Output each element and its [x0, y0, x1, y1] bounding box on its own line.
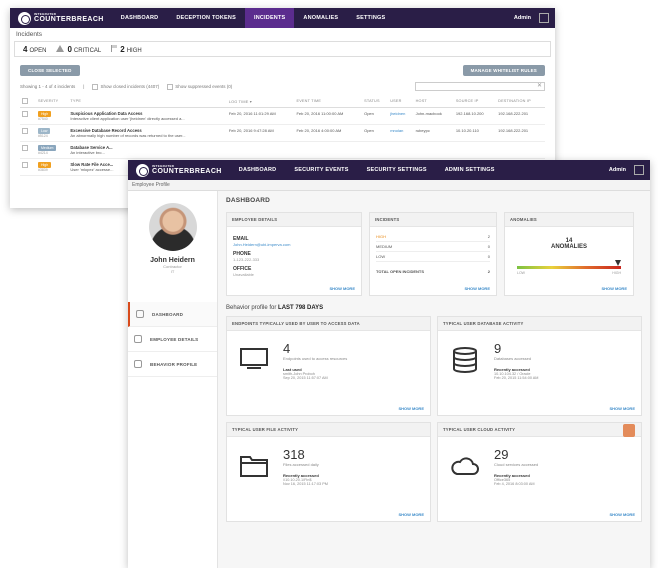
dashboard-title: DASHBOARD [226, 197, 271, 204]
checkbox[interactable] [22, 98, 28, 104]
menu-employee-details[interactable]: EMPLOYEE DETAILS [128, 327, 217, 352]
user-menu[interactable]: Admin [609, 167, 626, 173]
nav-settings[interactable]: SETTINGS [347, 8, 394, 28]
table-row[interactable]: Medium #4214 Database Service A... An inte… [20, 141, 545, 159]
col-log-time[interactable]: LOG TIME ▾ [226, 95, 295, 108]
show-more-link[interactable]: SHOW MORE [398, 406, 424, 411]
incident-count-medium[interactable]: MEDIUM 0 [376, 242, 490, 252]
flag-icon [111, 44, 118, 52]
file-activity-card: TYPICAL USER FILE ACTIVITY 318 Files acc… [226, 422, 431, 522]
employee-details-card: EMPLOYEE DETAILS EMAIL John.Heidern@ubi-… [226, 212, 362, 296]
showing-count: Showing 1 - 4 of 4 incidents [20, 84, 76, 89]
database-activity-card: TYPICAL USER DATABASE ACTIVITY 9 Databas… [437, 316, 642, 416]
col-type[interactable]: TYPE [68, 95, 227, 108]
brand-name: COUNTERBREACH [152, 168, 222, 175]
show-more-link[interactable]: SHOW MORE [329, 286, 355, 291]
brand-name: COUNTERBREACH [34, 16, 104, 23]
col-user[interactable]: USER [388, 95, 414, 108]
row-checkbox[interactable] [22, 145, 28, 151]
anomaly-gauge [517, 260, 621, 269]
stat-critical[interactable]: 0 CRITICAL [56, 44, 101, 54]
user-menu[interactable]: Admin [514, 15, 531, 21]
behavior-period: Behavior profile for LAST 798 DAYS [226, 305, 324, 311]
logout-icon[interactable] [634, 165, 644, 175]
show-more-link[interactable]: SHOW MORE [464, 286, 490, 291]
person-department: IT [170, 269, 175, 274]
nav-dashboard[interactable]: DASHBOARD [112, 8, 168, 28]
page-title: Incidents [16, 31, 43, 38]
stat-open[interactable]: 4 OPEN [23, 45, 46, 54]
person-name: John Heidern [150, 257, 195, 264]
show-closed-toggle[interactable]: Show closed incidents (4407) [92, 83, 159, 90]
col-status[interactable]: STATUS [362, 95, 389, 108]
incident-count-high[interactable]: HIGH 2 [376, 232, 490, 242]
manage-whitelist-button[interactable]: MANAGE WHITELIST RULES [462, 65, 545, 76]
monitor-icon [240, 348, 268, 369]
cloud-icon [451, 457, 479, 475]
col-event-time[interactable]: EVENT TIME [294, 95, 363, 108]
brand-logo[interactable]: INTEGRATED COUNTERBREACH [10, 8, 112, 28]
select-all-column[interactable] [20, 95, 36, 108]
menu-behavior-profile[interactable]: BEHAVIOR PROFILE [128, 352, 217, 377]
incidents-card: INCIDENTS HIGH 2 MEDIUM 0 LOW 0 TOTAL OPEN … [369, 212, 497, 296]
total-open-incidents: TOTAL OPEN INCIDENTS 2 [376, 269, 490, 274]
nav-dashboard[interactable]: DASHBOARD [230, 160, 286, 180]
col-source-ip[interactable]: SOURCE IP [453, 95, 497, 108]
logout-icon[interactable] [539, 13, 549, 23]
checkbox[interactable] [167, 83, 174, 90]
dashboard-icon [136, 310, 144, 318]
row-checkbox[interactable] [22, 128, 28, 134]
database-icon [453, 347, 477, 373]
menu-dashboard[interactable]: DASHBOARD [128, 302, 217, 327]
row-checkbox[interactable] [22, 111, 28, 117]
email-link[interactable]: John.Heidern@ubi-imperva.com [233, 242, 355, 247]
show-more-link[interactable]: SHOW MORE [609, 406, 635, 411]
profile-sidebar: John Heidern Contractor IT DASHBOARD EMP… [128, 191, 218, 568]
anomalies-card: ANOMALIES 14 ANOMALIES LOW HIGH SHOW MORE [504, 212, 634, 296]
show-suppressed-toggle[interactable]: Show suppressed events (0) [167, 83, 232, 90]
col-severity[interactable]: SEVERITY [35, 95, 69, 108]
warning-icon [56, 44, 65, 52]
row-checkbox[interactable] [22, 162, 28, 168]
nav-security-settings[interactable]: SECURITY SETTINGS [358, 160, 436, 180]
user-badge-avatar [623, 424, 635, 437]
show-more-link[interactable]: SHOW MORE [398, 512, 424, 517]
col-destination-ip[interactable]: DESTINATION IP [496, 95, 545, 108]
nav-security-events[interactable]: SECURITY EVENTS [285, 160, 357, 180]
clear-icon[interactable]: ✕ [537, 82, 542, 89]
user-link[interactable]: mnolan [388, 124, 414, 142]
checkbox[interactable] [92, 83, 99, 90]
brand-logo[interactable]: INTEGRATED COUNTERBREACH [128, 160, 230, 180]
avatar [148, 203, 197, 251]
breadcrumb[interactable]: Employee Profile [128, 180, 650, 191]
table-row[interactable]: Low #5124 Excessive Database Record Acces… [20, 124, 545, 142]
nav-deception-tokens[interactable]: DECEPTION TOKENS [167, 8, 245, 28]
table-row[interactable]: High #7540 Suspicious Application Data Ac… [20, 107, 545, 125]
show-more-link[interactable]: SHOW MORE [609, 512, 635, 517]
folder-icon [240, 456, 268, 477]
top-nav: INTEGRATED COUNTERBREACH DASHBOARD DECEP… [10, 8, 555, 28]
search-input[interactable]: ✕ [415, 82, 545, 91]
logo-icon [18, 11, 31, 25]
endpoints-card: ENDPOINTS TYPICALLY USED BY USER TO ACCE… [226, 316, 431, 416]
profile-icon [134, 360, 142, 368]
dashboard-main: DASHBOARD EMPLOYEE DETAILS EMAIL John.He… [218, 191, 650, 568]
anomalies-count: 14 ANOMALIES [551, 238, 587, 250]
incident-stats: 4 OPEN 0 CRITICAL 2 HIGH [14, 41, 551, 57]
top-nav: INTEGRATED COUNTERBREACH DASHBOARD SECUR… [128, 160, 650, 180]
user-link[interactable]: jheidnen [388, 107, 414, 125]
stat-high[interactable]: 2 HIGH [111, 44, 142, 54]
close-selected-button[interactable]: CLOSE SELECTED [20, 65, 80, 76]
nav-anomalies[interactable]: ANOMALIES [294, 8, 347, 28]
incident-count-low[interactable]: LOW 0 [376, 252, 490, 262]
nav-admin-settings[interactable]: ADMIN SETTINGS [436, 160, 504, 180]
cloud-activity-card: TYPICAL USER CLOUD ACTIVITY 29 Cloud ser… [437, 422, 642, 522]
employee-profile-window: INTEGRATED COUNTERBREACH DASHBOARD SECUR… [128, 160, 650, 568]
nav-incidents[interactable]: INCIDENTS [244, 8, 295, 28]
show-more-link[interactable]: SHOW MORE [601, 286, 627, 291]
details-icon [134, 335, 142, 343]
col-host[interactable]: HOST [413, 95, 454, 108]
logo-icon [136, 163, 149, 177]
